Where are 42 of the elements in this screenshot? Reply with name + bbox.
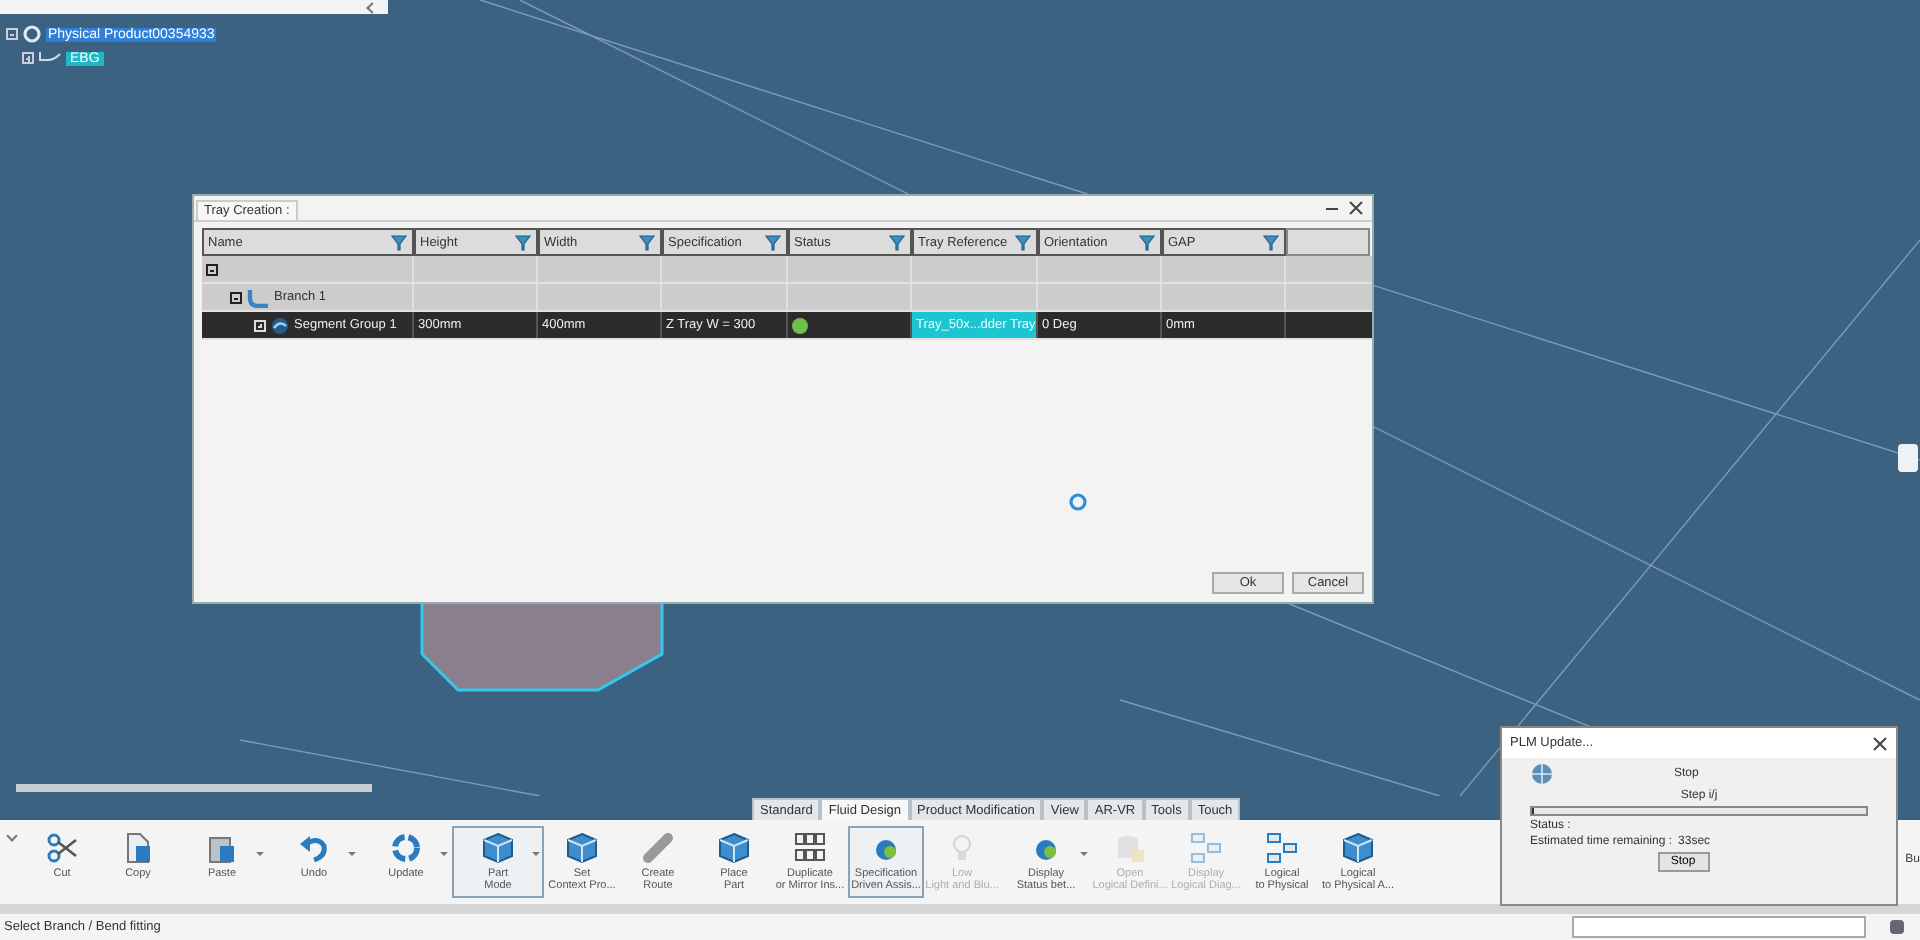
- filter-icon[interactable]: [390, 233, 408, 251]
- caret-icon[interactable]: [1080, 852, 1088, 856]
- caret-icon[interactable]: [440, 852, 448, 856]
- filter-icon[interactable]: [638, 233, 656, 251]
- document-icon: [122, 832, 154, 864]
- collapse-icon[interactable]: [206, 263, 218, 275]
- caret-icon[interactable]: [6, 830, 18, 842]
- caret-icon[interactable]: [256, 852, 264, 856]
- diagram-icon: [1190, 832, 1222, 864]
- globe-icon: [1530, 762, 1554, 786]
- clipboard-icon: [206, 832, 238, 864]
- filter-icon[interactable]: [764, 233, 782, 251]
- minimize-icon[interactable]: [1326, 207, 1338, 209]
- branch-icon: [246, 287, 270, 307]
- caret-icon[interactable]: [532, 852, 540, 856]
- filter-icon[interactable]: [1014, 233, 1032, 251]
- segment-icon: [270, 315, 290, 335]
- caret-icon[interactable]: [348, 852, 356, 856]
- filter-icon[interactable]: [1138, 233, 1156, 251]
- input-field[interactable]: [1572, 916, 1866, 938]
- filter-icon[interactable]: [888, 233, 906, 251]
- expand-icon[interactable]: [254, 319, 266, 331]
- loading-spinner-icon: [1068, 492, 1088, 512]
- close-icon[interactable]: [1348, 200, 1364, 216]
- cube-icon: [1342, 832, 1374, 864]
- grid-icon: [794, 832, 826, 864]
- cube-icon: [566, 832, 598, 864]
- cube-icon: [482, 832, 514, 864]
- pipe-icon: [642, 832, 674, 864]
- scissors-icon: [46, 832, 78, 864]
- filter-icon[interactable]: [514, 233, 532, 251]
- cube-icon: [718, 832, 750, 864]
- link-icon: [38, 50, 62, 66]
- collapse-icon[interactable]: [230, 291, 242, 303]
- refresh-icon: [390, 832, 422, 864]
- panel-icon[interactable]: [1898, 444, 1918, 472]
- diagram-icon: [1266, 832, 1298, 864]
- filter-icon[interactable]: [1262, 233, 1280, 251]
- chevron-icon[interactable]: [366, 1, 378, 13]
- close-icon[interactable]: [1872, 735, 1888, 751]
- scrollbar[interactable]: [16, 784, 372, 792]
- undo-icon: [298, 832, 330, 864]
